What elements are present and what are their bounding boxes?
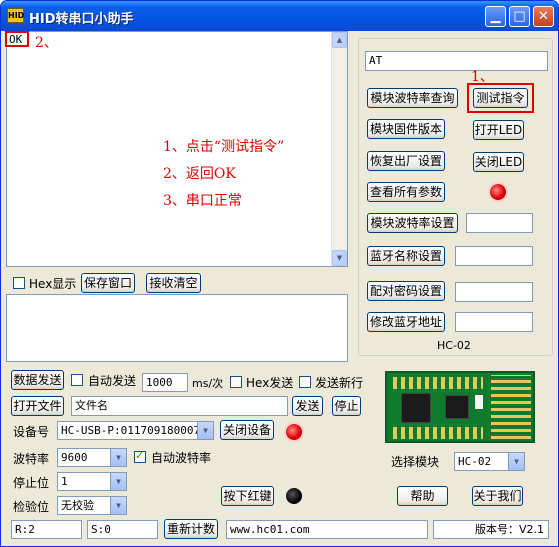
chevron-down-icon[interactable]: ▼ [508,453,524,470]
website-link[interactable]: www.hc01.com [226,520,428,539]
chevron-down-icon[interactable]: ▼ [197,422,213,439]
about-us-button[interactable]: 关于我们 [472,486,523,506]
module-value: HC-02 [458,455,492,468]
firmware-version-button[interactable]: 模块固件版本 [367,119,445,139]
reset-count-button[interactable]: 重新计数 [164,519,218,539]
parity-value: 无校验 [61,499,94,512]
antenna-trace [491,375,531,439]
bluetooth-name-button[interactable]: 蓝牙名称设置 [367,246,445,266]
auto-send-checkbox[interactable] [71,374,83,386]
rx-count: R:2 [11,520,82,539]
led-on-button[interactable]: 打开LED [473,120,524,140]
auto-send-label: 自动发送 [88,374,137,388]
baud-select[interactable]: 9600 ▼ [57,448,127,467]
file-name-input[interactable]: 文件名 [71,396,288,416]
press-red-key-button[interactable]: 按下红键 [221,486,274,506]
auto-baud-checkbox[interactable] [134,449,146,463]
command-input[interactable]: AT [365,51,548,71]
main-window: HID HID转串口小助手 ▁ □ ✕ OK ▲ ▼ 2、 1、点击“测试指令”… [0,0,559,547]
annotation-step3: 3、串口正常 [163,193,242,209]
chevron-down-icon[interactable]: ▼ [110,497,126,514]
stop-button[interactable]: 停止 [332,396,361,416]
receive-scrollbar[interactable]: ▲ ▼ [331,32,347,266]
chevron-down-icon[interactable]: ▼ [110,449,126,466]
led-off-button[interactable]: 关闭LED [473,152,524,172]
module-board-image [385,371,535,443]
minimize-button[interactable]: ▁ [485,6,506,27]
bluetooth-address-button[interactable]: 修改蓝牙地址 [367,312,445,332]
interval-input[interactable]: 1000 [142,373,188,392]
send-textarea[interactable] [6,294,348,362]
annotation-2: 2、 [35,35,58,51]
factory-reset-button[interactable]: 恢复出厂设置 [367,151,445,171]
close-button[interactable]: ✕ [533,6,554,27]
pin-header-bottom [393,427,483,439]
hex-send-checkbox[interactable] [230,376,242,388]
baud-value: 9600 [61,451,88,464]
scroll-down-icon[interactable]: ▼ [332,250,347,266]
interval-unit-label: ms/次 [192,377,224,390]
title-bar[interactable]: HID HID转串口小助手 ▁ □ ✕ [1,1,558,31]
device-select[interactable]: HC-USB-P:011709180007 ▼ [57,421,214,440]
send-newline-checkbox[interactable] [299,376,311,388]
baud-label: 波特率 [13,452,50,466]
hex-display-checkbox[interactable] [13,277,25,289]
close-device-button[interactable]: 关闭设备 [220,420,274,440]
hex-display-label: Hex显示 [29,277,77,291]
pin-header-top [393,377,483,389]
module-select[interactable]: HC-02 ▼ [454,452,525,471]
bluetooth-address-input[interactable] [455,312,533,332]
ok-highlight-box [5,31,29,47]
maximize-icon: □ [513,9,526,24]
window-title: HID转串口小助手 [29,12,134,27]
device-status-led-icon [286,424,302,440]
key-indicator-icon [286,488,302,504]
annotation-1: 1、 [471,69,494,85]
app-icon: HID [7,8,24,23]
test-command-highlight-box [467,83,534,113]
annotation-step1: 1、点击“测试指令” [163,139,285,155]
annotation-step2: 2、返回OK [163,166,236,182]
minimize-icon: ▁ [490,9,501,24]
tx-count: S:0 [87,520,158,539]
scroll-up-icon[interactable]: ▲ [332,32,347,48]
parity-select[interactable]: 无校验 ▼ [57,496,127,515]
open-file-button[interactable]: 打开文件 [11,396,64,416]
help-button[interactable]: 帮助 [397,486,448,506]
view-all-params-button[interactable]: 查看所有参数 [367,182,445,202]
device-value: HC-USB-P:011709180007 [61,424,201,437]
parity-label: 检验位 [13,500,50,514]
baud-set-input[interactable] [466,213,533,233]
version-label: 版本号：V2.1 [433,520,549,539]
stop-bits-label: 停止位 [13,476,50,490]
pair-password-input[interactable] [455,282,533,302]
led-component [475,395,483,409]
query-baud-button[interactable]: 模块波特率查询 [367,88,458,108]
auto-baud-label: 自动波特率 [151,451,212,465]
flash-chip [445,395,469,419]
close-icon: ✕ [538,9,549,24]
stop-bits-value: 1 [61,475,68,488]
select-module-label: 选择模块 [391,455,440,469]
chevron-down-icon[interactable]: ▼ [110,473,126,490]
pair-password-button[interactable]: 配对密码设置 [367,281,445,301]
bluetooth-name-input[interactable] [455,246,533,266]
main-chip [401,393,431,423]
hex-send-label: Hex发送 [246,376,294,390]
set-baud-button[interactable]: 模块波特率设置 [367,213,458,233]
device-label: 设备号 [13,425,50,439]
led-indicator-icon [490,184,506,200]
stop-bits-select[interactable]: 1 ▼ [57,472,127,491]
send-newline-label: 发送新行 [315,376,364,390]
send-file-button[interactable]: 发送 [292,396,323,416]
module-model-label: HC-02 [437,339,471,352]
save-window-button[interactable]: 保存窗口 [81,273,135,293]
send-data-button[interactable]: 数据发送 [11,370,64,390]
clear-receive-button[interactable]: 接收清空 [146,273,201,293]
maximize-button[interactable]: □ [509,6,530,27]
